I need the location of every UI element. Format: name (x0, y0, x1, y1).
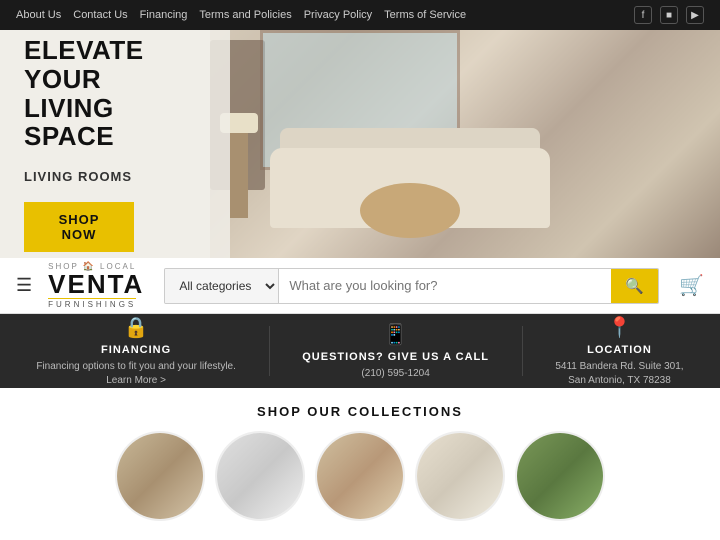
collections-section: SHOP OUR COLLECTIONS (0, 388, 720, 529)
collection-bedroom[interactable] (215, 431, 305, 521)
hero-title: ELEVATE YOUR LIVING SPACE (24, 36, 206, 150)
top-bar-links: About Us Contact Us Financing Terms and … (16, 9, 466, 21)
hero-text-overlay: ELEVATE YOUR LIVING SPACE LIVING ROOMS S… (0, 30, 230, 258)
floor-lamp-pole (230, 128, 248, 218)
financing-icon: 🔒 (124, 315, 149, 340)
collection-img-4 (415, 431, 505, 521)
info-divider-1 (269, 326, 270, 376)
financing-text: Financing options to fit you and your li… (36, 360, 236, 388)
collections-grid (20, 431, 700, 521)
info-phone[interactable]: 📱 QUESTIONS? GIVE US A CALL (210) 595-12… (302, 322, 489, 381)
hamburger-menu[interactable]: ☰ (16, 275, 32, 296)
collection-outdoor[interactable] (515, 431, 605, 521)
social-icons: f ■ ▶ (634, 6, 704, 24)
instagram-icon[interactable]: ■ (660, 6, 678, 24)
link-contact[interactable]: Contact Us (73, 9, 127, 21)
collection-img-3 (315, 431, 405, 521)
phone-icon: 📱 (383, 322, 408, 347)
hero-image (210, 30, 720, 258)
search-bar: All categories Living Room Bedroom Dinin… (164, 268, 659, 304)
collections-heading: SHOP OUR COLLECTIONS (20, 404, 700, 419)
navbar: ☰ SHOP🏠LOCAL VENTA FURNISHINGS All categ… (0, 258, 720, 314)
coffee-table (360, 183, 460, 238)
collection-img-2 (215, 431, 305, 521)
financing-title: FINANCING (101, 344, 171, 356)
collection-living-room[interactable] (115, 431, 205, 521)
collection-accent[interactable] (415, 431, 505, 521)
info-location[interactable]: 📍 LOCATION 5411 Bandera Rd. Suite 301,Sa… (555, 315, 683, 388)
logo[interactable]: SHOP🏠LOCAL VENTA FURNISHINGS (48, 262, 144, 309)
info-financing[interactable]: 🔒 FINANCING Financing options to fit you… (36, 315, 236, 388)
info-divider-2 (522, 326, 523, 376)
facebook-icon[interactable]: f (634, 6, 652, 24)
link-tos[interactable]: Terms of Service (384, 9, 466, 21)
collection-dining[interactable] (315, 431, 405, 521)
location-address: 5411 Bandera Rd. Suite 301,San Antonio, … (555, 360, 683, 388)
location-title: LOCATION (587, 344, 652, 356)
shop-now-button[interactable]: SHOP NOW (24, 202, 134, 252)
logo-brand-name: VENTA (48, 271, 144, 297)
logo-sub-label: FURNISHINGS (48, 298, 136, 309)
link-terms-policies[interactable]: Terms and Policies (199, 9, 291, 21)
hero-section: ELEVATE YOUR LIVING SPACE LIVING ROOMS S… (0, 30, 720, 258)
search-icon: 🔍 (625, 277, 644, 295)
category-dropdown[interactable]: All categories Living Room Bedroom Dinin… (165, 269, 279, 303)
hero-subtitle: LIVING ROOMS (24, 169, 206, 184)
search-button[interactable]: 🔍 (611, 269, 658, 303)
youtube-icon[interactable]: ▶ (686, 6, 704, 24)
cart-icon[interactable]: 🛒 (679, 273, 704, 298)
location-icon: 📍 (607, 315, 632, 340)
link-financing[interactable]: Financing (140, 9, 188, 21)
phone-title: QUESTIONS? GIVE US A CALL (302, 351, 489, 363)
link-about[interactable]: About Us (16, 9, 61, 21)
info-bar: 🔒 FINANCING Financing options to fit you… (0, 314, 720, 388)
phone-number: (210) 595-1204 (361, 367, 429, 381)
collection-img-1 (115, 431, 205, 521)
top-bar: About Us Contact Us Financing Terms and … (0, 0, 720, 30)
search-input[interactable] (279, 269, 611, 303)
link-privacy[interactable]: Privacy Policy (304, 9, 372, 21)
collection-img-5 (515, 431, 605, 521)
